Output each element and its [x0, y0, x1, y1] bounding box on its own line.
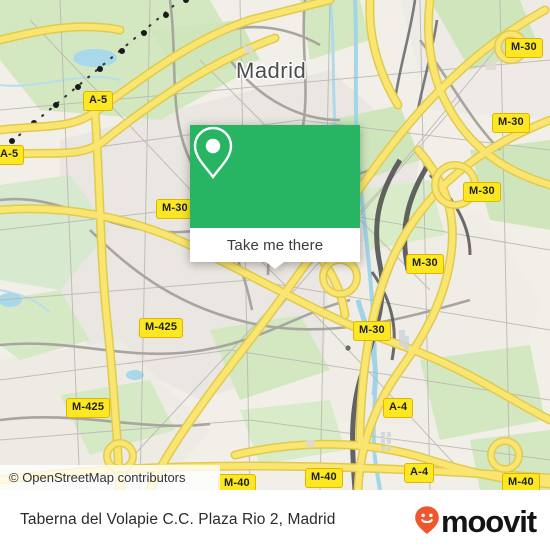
moovit-logo[interactable]: moovit	[414, 503, 537, 539]
popup-icon-area	[190, 125, 360, 228]
road-shield: M-425	[139, 318, 184, 338]
road-shield: M-30	[492, 113, 530, 133]
map-pin-icon	[193, 126, 233, 180]
popup-action-bar[interactable]: Take me there	[190, 228, 360, 269]
road-shield: M-30	[353, 321, 391, 341]
moovit-wordmark: moovit	[440, 503, 537, 539]
road-shield: A-4	[404, 463, 435, 483]
map-attribution: © OpenStreetMap contributors	[0, 465, 220, 490]
take-me-there-button[interactable]: Take me there	[227, 237, 323, 254]
road-shield: M-40	[218, 474, 256, 490]
map-canvas[interactable]: Madrid A-5 A-5 M-30 M-425 M-425 M-30 M-30 M-30 M…	[0, 0, 550, 490]
place-title: Taberna del Volapie C.C. Plaza Rio 2, Ma…	[20, 511, 336, 528]
road-shield: M-30	[463, 182, 501, 202]
footer-bar: Taberna del Volapie C.C. Plaza Rio 2, Ma…	[0, 490, 550, 550]
road-shield: A-5	[83, 91, 114, 111]
moovit-smiling-pin-icon	[415, 506, 439, 534]
attribution-text: © OpenStreetMap contributors	[9, 470, 186, 485]
place-popup-card[interactable]: Take me there	[190, 125, 360, 269]
road-shield: M-40	[502, 473, 540, 490]
road-shield: A-4	[383, 398, 414, 418]
road-shield: M-425	[66, 398, 111, 418]
road-shield: M-40	[305, 468, 343, 488]
road-shield: M-30	[505, 38, 543, 58]
road-shield: M-30	[156, 199, 194, 219]
popup-tail-pointer	[266, 262, 284, 269]
road-shield: A-5	[0, 145, 25, 165]
app-screen: Madrid A-5 A-5 M-30 M-425 M-425 M-30 M-30 M-30 M…	[0, 0, 550, 550]
road-shield: M-30	[406, 254, 444, 274]
